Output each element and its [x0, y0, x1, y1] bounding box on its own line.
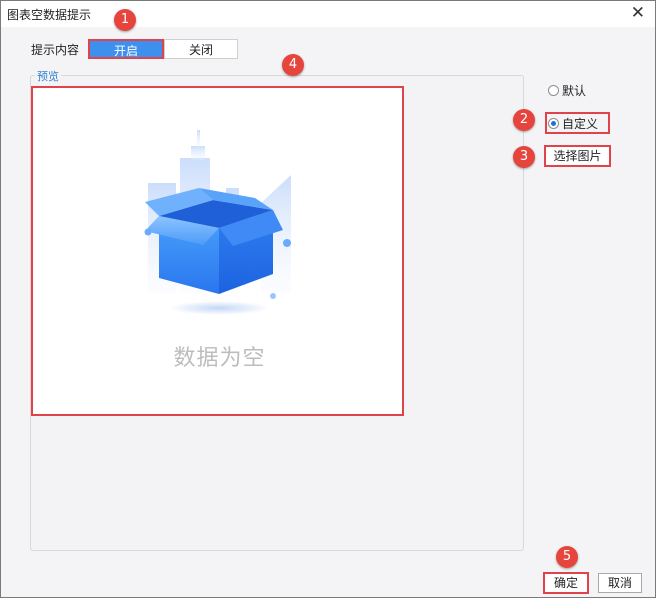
preview-group-label: 预览: [35, 68, 61, 84]
preview-image-area: 数据为空: [31, 86, 404, 416]
step-badge-1: 1: [114, 9, 136, 31]
step-badge-4: 4: [282, 54, 304, 76]
radio-custom[interactable]: 自定义: [548, 115, 598, 131]
chart-empty-data-dialog: 图表空数据提示 ✕ 提示内容 开启 关闭 预览 数据为空 默认 自定义 选择图片…: [0, 0, 656, 598]
content-toggle-label: 提示内容: [31, 43, 80, 57]
step-badge-3: 3: [513, 146, 535, 168]
radio-custom-circle[interactable]: [548, 117, 559, 129]
choose-image-button[interactable]: 选择图片: [544, 145, 611, 167]
step-badge-5: 5: [556, 546, 578, 568]
toggle-on-button[interactable]: 开启: [88, 39, 164, 59]
title-bar: 图表空数据提示 ✕: [1, 1, 655, 27]
empty-data-text: 数据为空: [173, 346, 266, 371]
toggle-off-button[interactable]: 关闭: [164, 39, 238, 59]
dialog-title: 图表空数据提示: [7, 8, 92, 22]
close-icon[interactable]: ✕: [631, 3, 645, 23]
radio-default[interactable]: 默认: [548, 82, 586, 98]
step-badge-2: 2: [513, 109, 535, 131]
radio-custom-label: 自定义: [562, 116, 599, 131]
ok-button[interactable]: 确定: [543, 572, 589, 594]
radio-default-label: 默认: [562, 83, 587, 98]
cancel-button[interactable]: 取消: [598, 573, 642, 593]
radio-default-circle[interactable]: [548, 84, 559, 96]
